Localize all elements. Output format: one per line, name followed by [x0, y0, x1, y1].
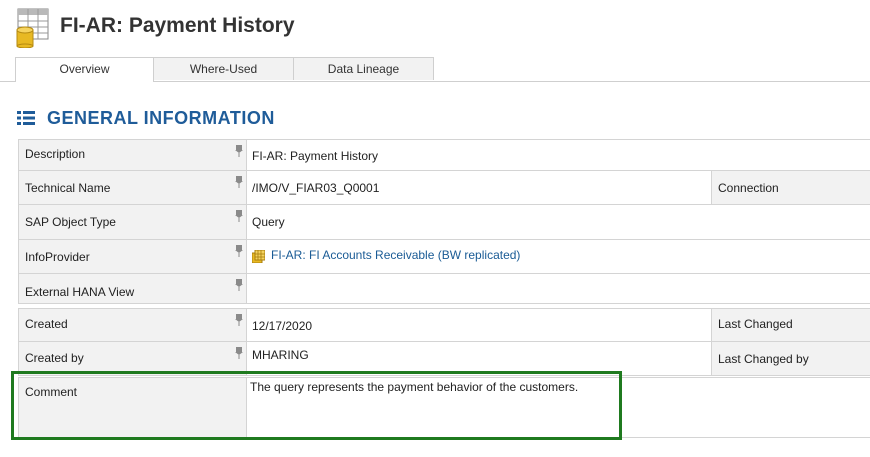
row-infoprovider: InfoProvider FI-AR: FI Accounts Receivab…: [18, 240, 870, 274]
pin-icon[interactable]: [235, 314, 243, 326]
database-table-icon: [16, 8, 49, 48]
tab-overview[interactable]: Overview: [15, 57, 154, 82]
technical-name-value: /IMO/V_FIAR03_Q0001: [252, 181, 380, 195]
description-label: Description: [25, 147, 86, 161]
cube-icon: [252, 250, 265, 263]
connection-label-cell: Connection: [711, 171, 870, 204]
technical-name-label: Technical Name: [25, 181, 111, 195]
last-changed-label-cell: Last Changed: [711, 309, 870, 341]
row-created-by: Created by MHARING Last Changed by: [18, 342, 870, 376]
sap-object-type-value: Query: [252, 215, 285, 229]
comment-label-cell: Comment: [18, 378, 247, 437]
tab-where-used[interactable]: Where-Used: [153, 57, 294, 80]
description-value: FI-AR: Payment History: [252, 149, 379, 163]
tab-bar: Overview Where-Used Data Lineage: [0, 57, 870, 82]
pin-icon[interactable]: [235, 210, 243, 222]
infoprovider-label-cell: InfoProvider: [18, 240, 247, 273]
external-hana-view-label-cell: External HANA View: [18, 274, 247, 303]
page-title: FI-AR: Payment History: [60, 14, 295, 37]
pin-icon[interactable]: [235, 176, 243, 188]
last-changed-label: Last Changed: [718, 317, 793, 331]
pin-icon[interactable]: [235, 145, 243, 157]
row-technical-name: Technical Name /IMO/V_FIAR03_Q0001 Conne…: [18, 171, 870, 205]
tab-data-lineage[interactable]: Data Lineage: [293, 57, 434, 80]
connection-label: Connection: [718, 181, 779, 195]
created-by-label-cell: Created by: [18, 342, 247, 375]
comment-table: Comment The query represents the payment…: [18, 377, 870, 438]
description-label-cell: Description: [18, 140, 247, 170]
general-info-table: Description FI-AR: Payment History Techn…: [18, 139, 870, 304]
technical-name-label-cell: Technical Name: [18, 171, 247, 204]
row-created: Created 12/17/2020 Last Changed: [18, 309, 870, 342]
external-hana-view-label: External HANA View: [25, 285, 135, 299]
pin-icon[interactable]: [235, 279, 243, 291]
row-description: Description FI-AR: Payment History: [18, 140, 870, 171]
infoprovider-label: InfoProvider: [25, 250, 90, 264]
last-changed-by-label-cell: Last Changed by: [711, 342, 870, 375]
change-info-table: Created 12/17/2020 Last Changed Created …: [18, 308, 870, 376]
sap-object-type-label-cell: SAP Object Type: [18, 205, 247, 239]
pin-icon[interactable]: [235, 347, 243, 359]
comment-value: The query represents the payment behavio…: [250, 380, 579, 394]
created-by-label: Created by: [25, 351, 84, 365]
infoprovider-link[interactable]: FI-AR: FI Accounts Receivable (BW replic…: [271, 248, 520, 262]
row-comment: Comment The query represents the payment…: [18, 378, 870, 438]
row-external-hana-view: External HANA View: [18, 274, 870, 304]
created-by-value: MHARING: [252, 348, 309, 362]
pin-icon[interactable]: [235, 245, 243, 257]
list-icon: [17, 111, 35, 125]
comment-label: Comment: [25, 385, 78, 399]
section-title: GENERAL INFORMATION: [47, 108, 275, 128]
created-value: 12/17/2020: [252, 319, 313, 333]
sap-object-type-label: SAP Object Type: [25, 215, 116, 229]
created-label: Created: [25, 317, 68, 331]
created-label-cell: Created: [18, 309, 247, 341]
last-changed-by-label: Last Changed by: [718, 352, 809, 366]
row-sap-object-type: SAP Object Type Query: [18, 205, 870, 240]
